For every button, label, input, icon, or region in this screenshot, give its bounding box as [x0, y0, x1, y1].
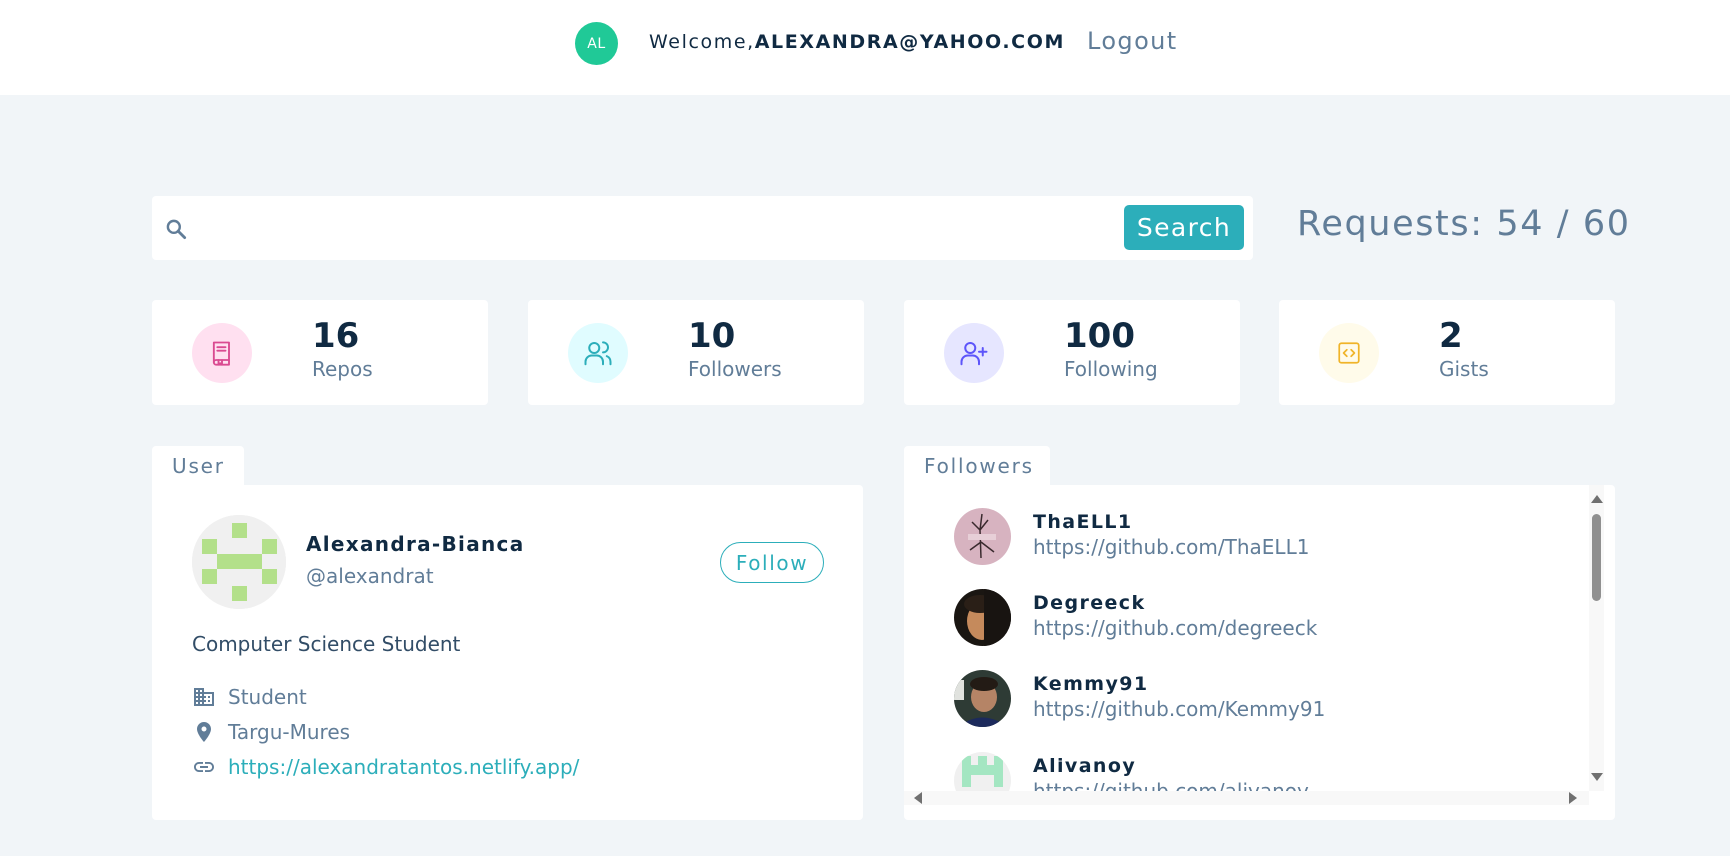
company-row: Student — [192, 684, 307, 710]
welcome-text: Welcome,ALEXANDRA@YAHOO.COM — [649, 31, 1065, 53]
welcome-prefix: Welcome, — [649, 31, 755, 53]
stat-value: 2 — [1439, 316, 1463, 356]
follower-login: Degreeck — [1033, 592, 1146, 614]
logout-button[interactable]: Logout — [1087, 27, 1178, 55]
scroll-up-arrow-icon[interactable] — [1591, 495, 1603, 503]
user-handle: @alexandrat — [306, 564, 434, 588]
code-icon — [1319, 323, 1379, 383]
stat-label: Gists — [1439, 357, 1489, 381]
requests-counter: Requests: 54 / 60 — [1297, 204, 1631, 244]
search-form: Search — [152, 196, 1253, 260]
avatar — [954, 589, 1011, 646]
stat-card-gists: 2 Gists — [1279, 300, 1615, 405]
tab-user: User — [152, 446, 244, 486]
location-pin-icon — [197, 722, 211, 742]
vertical-scrollbar[interactable] — [1589, 485, 1604, 791]
follower-url[interactable]: https://github.com/Kemmy91 — [1033, 697, 1325, 721]
stat-card-repos: 16 Repos — [152, 300, 488, 405]
stat-value: 16 — [312, 316, 360, 356]
search-input[interactable] — [198, 208, 1198, 248]
location-row: Targu-Mures — [192, 719, 350, 745]
followers-card: ThaELL1 https://github.com/ThaELL1 Degre… — [904, 485, 1615, 820]
scroll-left-arrow-icon[interactable] — [914, 792, 922, 804]
stat-value: 100 — [1064, 316, 1135, 356]
follower-url[interactable]: https://github.com/degreeck — [1033, 616, 1317, 640]
link-icon — [194, 762, 214, 772]
avatar — [954, 752, 1011, 791]
follower-login: Alivanoy — [1033, 755, 1137, 777]
follower-login: ThaELL1 — [1033, 511, 1133, 533]
avatar — [954, 670, 1011, 727]
scroll-down-arrow-icon[interactable] — [1591, 773, 1603, 781]
follower-url[interactable]: https://github.com/ThaELL1 — [1033, 535, 1309, 559]
user-email: ALEXANDRA@YAHOO.COM — [754, 31, 1065, 53]
stat-card-following: 100 Following — [904, 300, 1240, 405]
followers-list[interactable]: ThaELL1 https://github.com/ThaELL1 Degre… — [904, 485, 1584, 791]
scrollbar-thumb[interactable] — [1592, 514, 1601, 601]
blog-row: https://alexandratantos.netlify.app/ — [192, 754, 579, 780]
user-plus-icon — [944, 323, 1004, 383]
horizontal-scrollbar[interactable] — [904, 791, 1589, 805]
follow-button[interactable]: Follow — [720, 542, 824, 583]
stat-label: Repos — [312, 357, 373, 381]
building-icon — [194, 688, 214, 706]
user-card: Alexandra-Bianca @alexandrat Follow Comp… — [152, 485, 863, 820]
list-item[interactable]: Alivanoy https://github.com/alivanoy — [954, 752, 1554, 791]
search-icon — [166, 219, 187, 240]
follower-login: Kemmy91 — [1033, 673, 1149, 695]
list-item[interactable]: ThaELL1 https://github.com/ThaELL1 — [954, 508, 1554, 568]
follower-url[interactable]: https://github.com/alivanoy — [1033, 779, 1309, 791]
list-item[interactable]: Kemmy91 https://github.com/Kemmy91 — [954, 670, 1554, 730]
user-full-name: Alexandra-Bianca — [306, 532, 525, 556]
list-item[interactable]: Degreeck https://github.com/degreeck — [954, 589, 1554, 649]
avatar — [192, 515, 286, 609]
scroll-right-arrow-icon[interactable] — [1569, 792, 1577, 804]
user-bio: Computer Science Student — [192, 632, 461, 656]
stat-label: Following — [1064, 357, 1158, 381]
users-icon — [568, 323, 628, 383]
avatar — [954, 508, 1011, 565]
stat-value: 10 — [688, 316, 736, 356]
company-text: Student — [228, 685, 307, 709]
location-text: Targu-Mures — [228, 720, 351, 744]
blog-link[interactable]: https://alexandratantos.netlify.app/ — [228, 755, 579, 779]
stat-card-followers: 10 Followers — [528, 300, 864, 405]
stat-label: Followers — [688, 357, 782, 381]
tab-followers: Followers — [904, 446, 1050, 486]
top-navbar: AL Welcome,ALEXANDRA@YAHOO.COM Logout — [0, 0, 1730, 95]
book-icon — [192, 323, 252, 383]
search-button[interactable]: Search — [1124, 205, 1244, 250]
user-avatar-badge: AL — [575, 22, 618, 65]
